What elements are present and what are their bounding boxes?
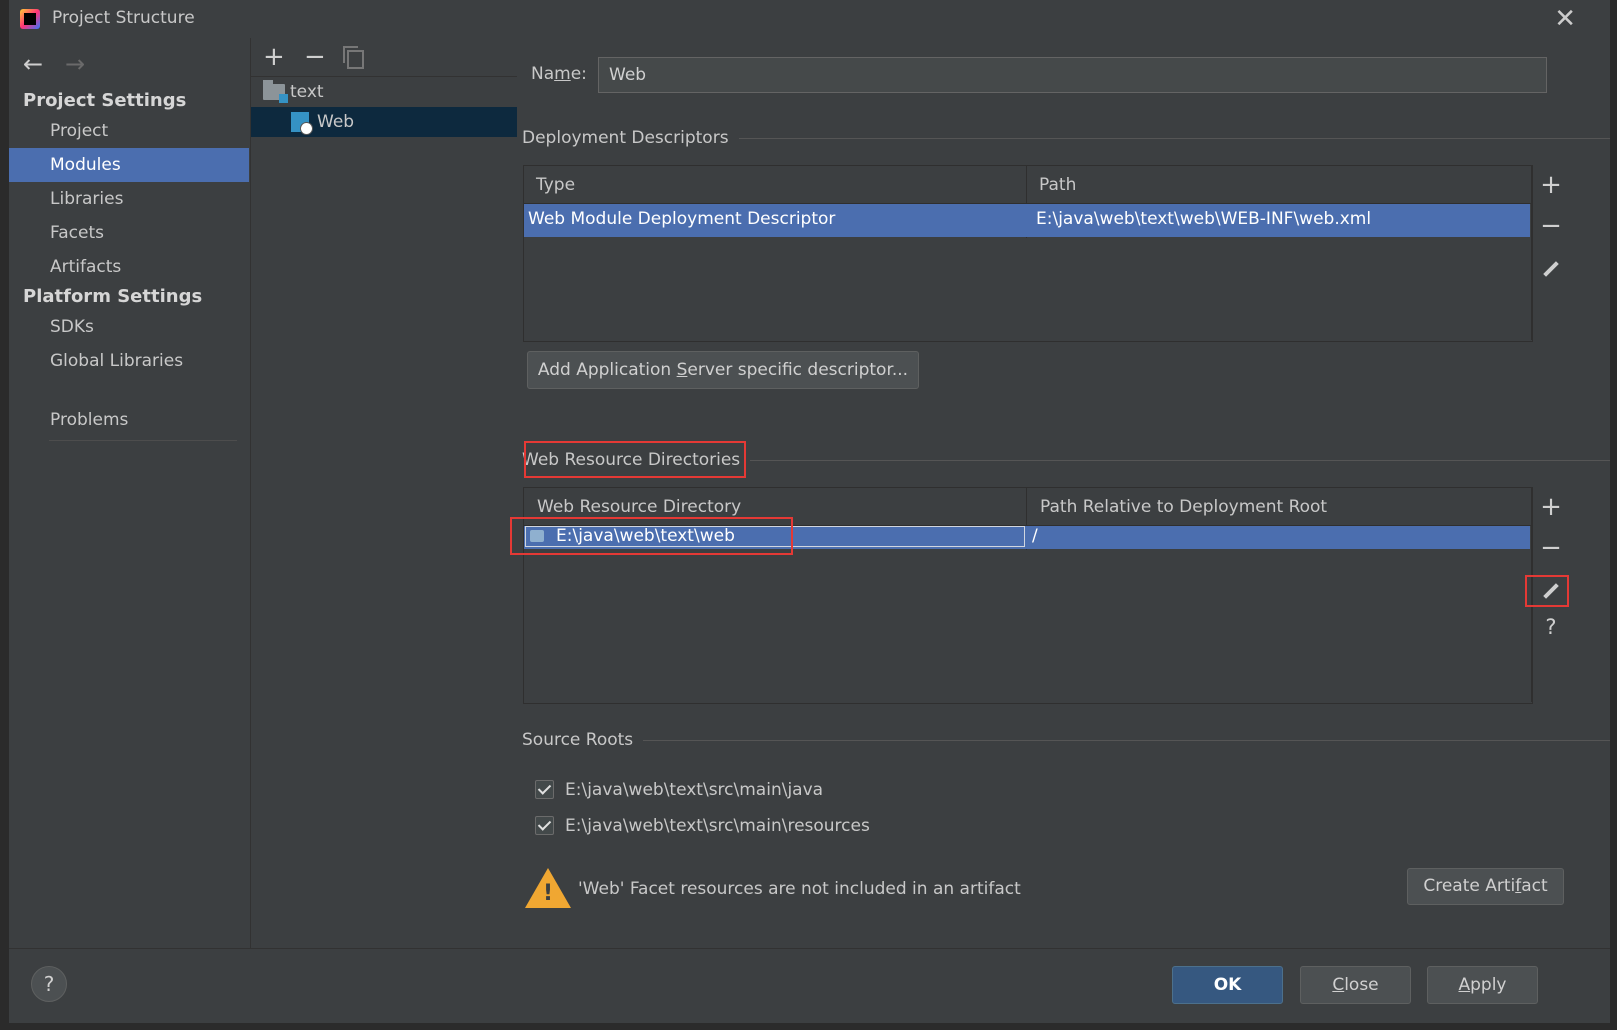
remove-descriptor-button[interactable]: − (1532, 211, 1570, 241)
close-button[interactable]: Close (1300, 966, 1411, 1004)
sidebar-item-facets[interactable]: Facets (9, 216, 249, 250)
arrow-left-icon[interactable]: ← (23, 50, 65, 78)
window-title: Project Structure (52, 8, 195, 28)
name-input[interactable]: Web (598, 57, 1547, 93)
sidebar-item-sdks[interactable]: SDKs (9, 310, 249, 344)
edit-descriptor-icon[interactable] (1543, 261, 1559, 277)
background-editor-strip (0, 0, 9, 1030)
source-root-checkbox[interactable] (535, 780, 554, 799)
close-icon[interactable]: ✕ (1554, 4, 1576, 34)
nav-arrows: ← → (23, 50, 107, 78)
cell-path: E:\java\web\text\web\WEB-INF\web.xml (1036, 209, 1372, 229)
column-header-relative-path[interactable]: Path Relative to Deployment Root (1027, 488, 1532, 526)
source-root-path: E:\java\web\text\src\main\resources (565, 816, 870, 836)
highlight-box (510, 517, 793, 555)
deployment-descriptors-table: Type Path Web Module Deployment Descript… (523, 165, 1533, 342)
deployment-table-toolbar: + − (1531, 165, 1570, 340)
tree-node-text[interactable]: text (251, 77, 518, 107)
module-tree-panel: + − text Web (250, 38, 519, 948)
platform-settings-header: Platform Settings (23, 286, 203, 307)
ok-button[interactable]: OK (1172, 966, 1283, 1004)
web-facet-icon (291, 112, 313, 135)
tree-node-web[interactable]: Web (251, 107, 518, 137)
source-root-path: E:\java\web\text\src\main\java (565, 780, 824, 800)
facet-settings-panel: Name: Web Deployment Descriptors Type Pa… (510, 38, 1610, 948)
title-bar: Project Structure ✕ (9, 0, 1610, 38)
arrow-right-icon[interactable]: → (65, 50, 107, 78)
help-button[interactable]: ? (31, 966, 67, 1002)
sidebar-divider (49, 440, 237, 441)
add-web-resource-button[interactable]: + (1532, 492, 1570, 522)
intellij-app-icon (20, 9, 40, 29)
background-editor-strip-right (1610, 0, 1617, 1030)
settings-sidebar: ← → Project Settings Project Modules Libr… (9, 38, 249, 948)
add-server-descriptor-button[interactable]: Add Application Server specific descript… (527, 351, 919, 389)
project-settings-header: Project Settings (23, 90, 187, 111)
tree-node-label: Web (317, 112, 355, 132)
source-roots-title: Source Roots (522, 730, 644, 750)
column-header-type[interactable]: Type (524, 166, 1026, 204)
dialog-footer: ? OK Close Apply (9, 948, 1610, 1023)
section-divider (527, 740, 1610, 741)
create-artifact-button[interactable]: Create Artifact (1407, 868, 1564, 905)
sidebar-item-project[interactable]: Project (9, 114, 249, 148)
sidebar-item-global-libraries[interactable]: Global Libraries (9, 344, 249, 378)
remove-web-resource-button[interactable]: − (1532, 533, 1570, 563)
column-header-path[interactable]: Path (1027, 166, 1532, 204)
sidebar-item-problems[interactable]: Problems (9, 403, 249, 437)
highlight-box (1525, 575, 1569, 607)
table-row[interactable]: Web Module Deployment Descriptor E:\java… (524, 204, 1530, 237)
help-icon[interactable]: ? (1532, 615, 1570, 639)
sidebar-item-artifacts[interactable]: Artifacts (9, 250, 249, 284)
warning-message: 'Web' Facet resources are not included i… (578, 879, 1021, 899)
sidebar-item-modules[interactable]: Modules (9, 148, 249, 182)
apply-button[interactable]: Apply (1427, 966, 1538, 1004)
copy-icon[interactable] (343, 46, 364, 69)
deployment-descriptors-title: Deployment Descriptors (522, 128, 739, 148)
add-module-button[interactable]: + (263, 42, 285, 72)
cell-type: Web Module Deployment Descriptor (528, 209, 836, 229)
remove-module-button[interactable]: − (304, 42, 326, 72)
project-structure-dialog: Project Structure ✕ ← → Project Settings … (9, 0, 1610, 1023)
source-root-checkbox[interactable] (535, 816, 554, 835)
module-tree-toolbar: + − (251, 38, 518, 77)
warning-icon-mark: ! (543, 881, 554, 906)
name-label: Name: (531, 64, 587, 84)
module-folder-icon (263, 80, 288, 103)
add-descriptor-button[interactable]: + (1532, 170, 1570, 200)
sidebar-item-libraries[interactable]: Libraries (9, 182, 249, 216)
highlight-box (524, 441, 746, 478)
tree-node-label: text (290, 82, 324, 102)
cell-relative-path: / (1032, 526, 1038, 546)
